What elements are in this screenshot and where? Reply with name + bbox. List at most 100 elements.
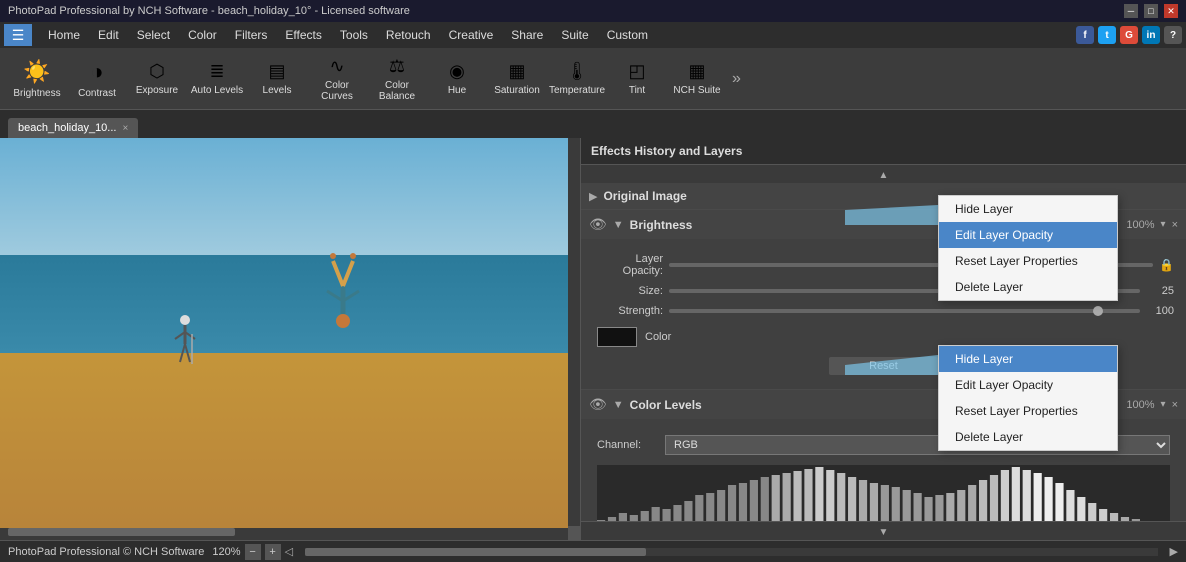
close-button[interactable]: ✕: [1164, 4, 1178, 18]
channel-label: Channel:: [597, 439, 657, 451]
menu-item-tools[interactable]: Tools: [332, 25, 376, 45]
twitter-icon[interactable]: t: [1098, 26, 1116, 44]
minimize-button[interactable]: ─: [1124, 4, 1138, 18]
color-levels-chevron-icon: ▼: [613, 399, 624, 411]
tool-brightness[interactable]: ☀️ Brightness: [8, 52, 66, 106]
brightness-icon: ☀️: [23, 59, 50, 85]
toolbar: ☀️ Brightness ◑ Contrast ⬡ Exposure ≣ Au…: [0, 48, 1186, 110]
brightness-layer-close[interactable]: ×: [1172, 219, 1178, 231]
google-icon[interactable]: G: [1120, 26, 1138, 44]
opacity-lock-icon: 🔒: [1159, 258, 1174, 272]
hamburger-menu[interactable]: ☰: [4, 24, 32, 46]
color-levels-eye-icon[interactable]: 👁: [589, 396, 607, 413]
tool-nch-suite[interactable]: ▦ NCH Suite: [668, 52, 726, 106]
help-icon[interactable]: ?: [1164, 26, 1182, 44]
tool-color-balance[interactable]: ⚖ Color Balance: [368, 52, 426, 106]
tool-temperature[interactable]: 🌡 Temperature: [548, 52, 606, 106]
context-reset-props-upper[interactable]: Reset Layer Properties: [939, 248, 1117, 274]
tool-saturation[interactable]: ▦ Saturation: [488, 52, 546, 106]
brightness-color-swatch[interactable]: [597, 327, 637, 347]
tab-label: beach_holiday_10...: [18, 122, 116, 134]
canvas-horizontal-scroll-thumb[interactable]: [8, 528, 235, 536]
title-bar: PhotoPad Professional by NCH Software - …: [0, 0, 1186, 22]
brightness-percent-dropdown[interactable]: ▾: [1161, 219, 1166, 230]
tab-close-button[interactable]: ×: [122, 123, 128, 134]
brightness-reset-button[interactable]: Reset: [829, 357, 938, 375]
menu-item-home[interactable]: Home: [40, 25, 88, 45]
temperature-icon: 🌡: [566, 61, 589, 82]
context-delete-layer-lower[interactable]: Delete Layer: [939, 424, 1117, 450]
scroll-up-icon: ▲: [879, 170, 889, 181]
tool-tint[interactable]: ◰ Tint: [608, 52, 666, 106]
contrast-icon: ◑: [90, 59, 103, 85]
tool-exposure[interactable]: ⬡ Exposure: [128, 52, 186, 106]
original-layer-chevron: ▶: [589, 190, 597, 203]
context-edit-opacity-lower[interactable]: Edit Layer Opacity: [939, 372, 1117, 398]
menu-item-effects[interactable]: Effects: [277, 25, 329, 45]
levels-icon: ▤: [268, 61, 285, 82]
menu-bar: ☰ Home Edit Select Color Filters Effects…: [0, 22, 1186, 48]
histogram: [597, 465, 1170, 521]
facebook-icon[interactable]: f: [1076, 26, 1094, 44]
menu-item-filters[interactable]: Filters: [227, 25, 276, 45]
menu-item-select[interactable]: Select: [129, 25, 178, 45]
color-levels-close[interactable]: ×: [1172, 399, 1178, 411]
strength-value: 100: [1146, 305, 1174, 317]
menu-item-retouch[interactable]: Retouch: [378, 25, 439, 45]
auto-levels-icon: ≣: [209, 61, 224, 82]
tab-beach-holiday[interactable]: beach_holiday_10... ×: [8, 118, 138, 138]
strength-track[interactable]: [669, 309, 1140, 313]
canvas-horizontal-scrollbar[interactable]: [0, 528, 568, 540]
context-edit-opacity-upper[interactable]: Edit Layer Opacity: [939, 222, 1117, 248]
menu-item-custom[interactable]: Custom: [599, 25, 656, 45]
title-text: PhotoPad Professional by NCH Software - …: [8, 5, 410, 17]
status-right-arrow[interactable]: ▶: [1170, 545, 1178, 558]
brightness-color-label: Color: [645, 331, 671, 343]
zoom-fit-icon[interactable]: ◁: [285, 545, 293, 558]
opacity-label: Layer Opacity:: [593, 253, 663, 277]
tool-contrast[interactable]: ◑ Contrast: [68, 52, 126, 106]
panel-header: Effects History and Layers: [581, 138, 1186, 165]
menu-right-icons: f t G in ?: [1076, 26, 1182, 44]
color-balance-icon: ⚖: [389, 56, 405, 77]
context-hide-layer-upper[interactable]: Hide Layer: [939, 196, 1117, 222]
status-scroll-thumb[interactable]: [305, 548, 646, 556]
panel-scroll-up[interactable]: ▲: [581, 165, 1186, 183]
canvas-area[interactable]: [0, 138, 580, 540]
toolbar-more-button[interactable]: »: [728, 70, 745, 88]
strength-slider-row: Strength: 100: [589, 303, 1178, 319]
tool-hue[interactable]: ◉ Hue: [428, 52, 486, 106]
status-scroll-bar[interactable]: [305, 548, 1158, 556]
copyright-text: PhotoPad Professional © NCH Software: [8, 546, 204, 558]
tool-color-curves[interactable]: ∿ Color Curves: [308, 52, 366, 106]
context-delete-layer-upper[interactable]: Delete Layer: [939, 274, 1117, 300]
beach-sand: [0, 353, 568, 529]
exposure-icon: ⬡: [149, 61, 165, 82]
status-bar: PhotoPad Professional © NCH Software 120…: [0, 540, 1186, 562]
zoom-out-button[interactable]: −: [245, 544, 261, 560]
tool-levels[interactable]: ▤ Levels: [248, 52, 306, 106]
tool-auto-levels[interactable]: ≣ Auto Levels: [188, 52, 246, 106]
strength-thumb[interactable]: [1093, 306, 1103, 316]
brightness-eye-icon[interactable]: 👁: [589, 216, 607, 233]
strength-label: Strength:: [593, 305, 663, 317]
color-levels-percent: 100%: [1126, 399, 1154, 411]
maximize-button[interactable]: □: [1144, 4, 1158, 18]
tint-icon: ◰: [628, 61, 645, 82]
nch-suite-icon: ▦: [688, 61, 705, 82]
canvas-vertical-scrollbar[interactable]: [568, 138, 580, 526]
tab-bar: beach_holiday_10... ×: [0, 110, 1186, 138]
menu-item-edit[interactable]: Edit: [90, 25, 127, 45]
menu-item-share[interactable]: Share: [503, 25, 551, 45]
scroll-down-icon: ▼: [879, 527, 889, 538]
context-hide-layer-lower[interactable]: Hide Layer: [939, 346, 1117, 372]
menu-item-suite[interactable]: Suite: [553, 25, 596, 45]
menu-item-creative[interactable]: Creative: [441, 25, 502, 45]
context-reset-props-lower[interactable]: Reset Layer Properties: [939, 398, 1117, 424]
menu-item-color[interactable]: Color: [180, 25, 225, 45]
linkedin-icon[interactable]: in: [1142, 26, 1160, 44]
color-levels-percent-dropdown[interactable]: ▾: [1161, 399, 1166, 410]
context-menu-lower: Hide Layer Edit Layer Opacity Reset Laye…: [938, 345, 1118, 451]
panel-scroll-down[interactable]: ▼: [581, 521, 1186, 540]
zoom-in-button[interactable]: +: [265, 544, 281, 560]
